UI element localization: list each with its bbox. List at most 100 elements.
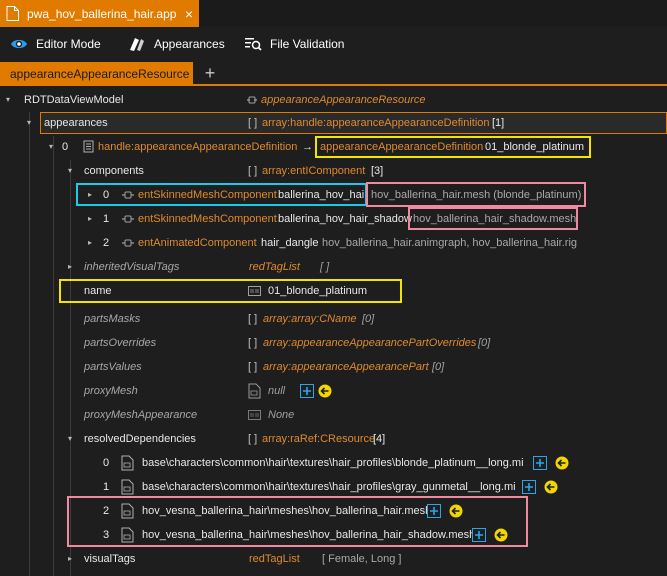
resource-tab-bar: appearanceAppearanceResource + [0,60,667,86]
root-label: RDTDataViewModel [24,94,124,106]
component-value: hov_ballerina_hair_shadow.mesh [413,213,577,225]
add-file-icon[interactable] [427,504,441,518]
arrow-icon: → [302,141,313,153]
parts-overrides-count: [0] [478,337,491,349]
eye-icon [11,39,27,48]
parts-masks-count: [0] [362,313,375,325]
parts-overrides-type: array:appearanceAppearancePartOverrides [263,337,477,349]
back-arrow-icon[interactable] [494,528,508,542]
parts-values-label: partsValues [84,361,142,373]
add-file-icon[interactable] [522,480,536,494]
expand-chevron-icon[interactable]: ▸ [65,255,75,279]
parts-masks-label: partsMasks [84,313,141,325]
tree-row-component-1[interactable]: ▸ 1 entSkinnedMeshComponent ballerina_ho… [0,207,667,231]
expand-chevron-icon[interactable]: ▸ [65,547,75,571]
text-field-icon [248,286,261,296]
file-tab-label: pwa_hov_ballerina_hair.app [27,6,177,21]
tree-row-proxy-mesh[interactable]: proxyMesh null [0,379,667,403]
close-icon[interactable]: × [185,6,193,22]
document-icon [83,140,94,153]
component-icon [122,239,134,247]
array-brackets: [ ] [248,361,258,373]
components-count: [3] [371,165,384,177]
component-icon [122,191,134,199]
back-arrow-icon[interactable] [318,384,332,398]
tree-row-dependency-2[interactable]: 2 hov_vesna_ballerina_hair\meshes\hov_ba… [0,499,667,523]
tree-row-parts-overrides[interactable]: partsOverrides [ ] array:appearanceAppea… [0,331,667,355]
file-validation-button[interactable]: File Validation [244,27,344,60]
tree-row-components[interactable]: ▾ components [ ] array:entIComponent [3] [0,159,667,183]
component-name: ballerina_hov_hair_shadow [278,213,412,225]
visual-tags-label: visualTags [84,553,136,565]
toolbar: Editor Mode Appearances File Validation [0,27,667,60]
expand-chevron-icon[interactable]: ▸ [85,207,95,231]
component-value: hov_ballerina_hair.animgraph, hov_baller… [322,237,578,249]
tree-row-resolved-dependencies[interactable]: ▾ resolvedDependencies [ ] array:raRef:C… [0,427,667,451]
item-index: 3 [103,529,110,541]
tree-row-parts-values[interactable]: partsValues [ ] array:appearanceAppearan… [0,355,667,379]
tree-row-component-2[interactable]: ▸ 2 entAnimatedComponent hair_dangle hov… [0,231,667,255]
tree-row-appearance-0[interactable]: ▾ 0 handle:appearanceAppearanceDefinitio… [0,135,667,159]
tree-row-name[interactable]: name 01_blonde_platinum [0,279,667,303]
tree-row-dependency-1[interactable]: 1 base\characters\common\hair\textures\h… [0,475,667,499]
expand-chevron-icon[interactable]: ▾ [65,427,75,451]
component-value: hov_ballerina_hair.mesh (blonde_platinum… [371,189,582,201]
item-index: 2 [103,505,110,517]
item-index: 1 [103,481,110,493]
inherited-visual-tags-label: inheritedVisualTags [84,261,180,273]
appearances-button[interactable]: Appearances [128,27,225,60]
tree-row-dependency-0[interactable]: 0 base\characters\common\hair\textures\h… [0,451,667,475]
proxy-mesh-appearance-value: None [268,409,295,421]
expand-chevron-icon[interactable]: ▾ [46,135,56,159]
add-file-icon[interactable] [472,528,486,542]
tree-row-proxy-mesh-appearance[interactable]: proxyMeshAppearance None [0,403,667,427]
resource-file-icon [121,479,134,495]
add-tab-button[interactable]: + [201,62,219,84]
add-file-icon[interactable] [533,456,547,470]
tree-row-parts-masks[interactable]: partsMasks [ ] array:array:CName [0] [0,307,667,331]
expand-chevron-icon[interactable]: ▾ [65,159,75,183]
resource-file-icon [121,527,134,543]
array-brackets: [ ] [248,337,258,349]
expand-chevron-icon[interactable]: ▾ [24,111,34,135]
back-arrow-icon[interactable] [555,456,569,470]
tree-row-dependency-3[interactable]: 3 hov_vesna_ballerina_hair\meshes\hov_ba… [0,523,667,547]
dependency-path: hov_vesna_ballerina_hair\meshes\hov_ball… [142,505,432,517]
resource-file-icon [121,503,134,519]
appearances-icon [130,37,144,51]
definition-type: appearanceAppearanceDefinition [320,141,484,153]
tree-row-appearances[interactable]: ▾ appearances [ ] array:handle:appearanc… [0,111,667,135]
property-tree: ▾ RDTDataViewModel appearanceAppearanceR… [0,88,667,576]
item-index: 0 [62,141,69,153]
tree-row-inherited-visual-tags[interactable]: ▸ inheritedVisualTags redTagList [ ] [0,255,667,279]
expand-chevron-icon[interactable]: ▾ [3,88,13,112]
item-index: 0 [103,457,110,469]
tab-appearance-resource[interactable]: appearanceAppearanceResource [0,62,193,86]
component-type: entSkinnedMeshComponent [138,189,277,201]
components-type: array:entIComponent [262,165,366,177]
tree-row-component-0[interactable]: ▸ 0 entSkinnedMeshComponent ballerina_ho… [0,183,667,207]
tree-row-root[interactable]: ▾ RDTDataViewModel appearanceAppearanceR… [0,88,667,112]
component-type: entAnimatedComponent [138,237,257,249]
text-field-icon [248,410,261,420]
file-tab[interactable]: pwa_hov_ballerina_hair.app × [0,0,199,27]
back-arrow-icon[interactable] [544,480,558,494]
name-value[interactable]: 01_blonde_platinum [268,279,367,303]
component-name: ballerina_hov_hair [278,189,368,201]
proxy-mesh-value: null [268,385,286,397]
resource-file-icon [121,455,134,471]
expand-chevron-icon[interactable]: ▸ [85,231,95,255]
back-arrow-icon[interactable] [449,504,463,518]
title-bar: pwa_hov_ballerina_hair.app × [0,0,667,27]
editor-mode-button[interactable]: Editor Mode [10,27,101,60]
file-validation-icon [245,37,262,51]
resource-file-icon [248,383,261,399]
name-label: name [84,285,112,297]
add-file-icon[interactable] [300,384,314,398]
resolved-dependencies-type: array:raRef:CResource [262,433,376,445]
dependency-path: base\characters\common\hair\textures\hai… [142,457,524,469]
proxy-mesh-appearance-label: proxyMeshAppearance [84,409,198,421]
tree-row-visual-tags[interactable]: ▸ visualTags redTagList [ Female, Long ] [0,547,667,571]
link-icon [247,96,257,104]
expand-chevron-icon[interactable]: ▸ [85,183,95,207]
